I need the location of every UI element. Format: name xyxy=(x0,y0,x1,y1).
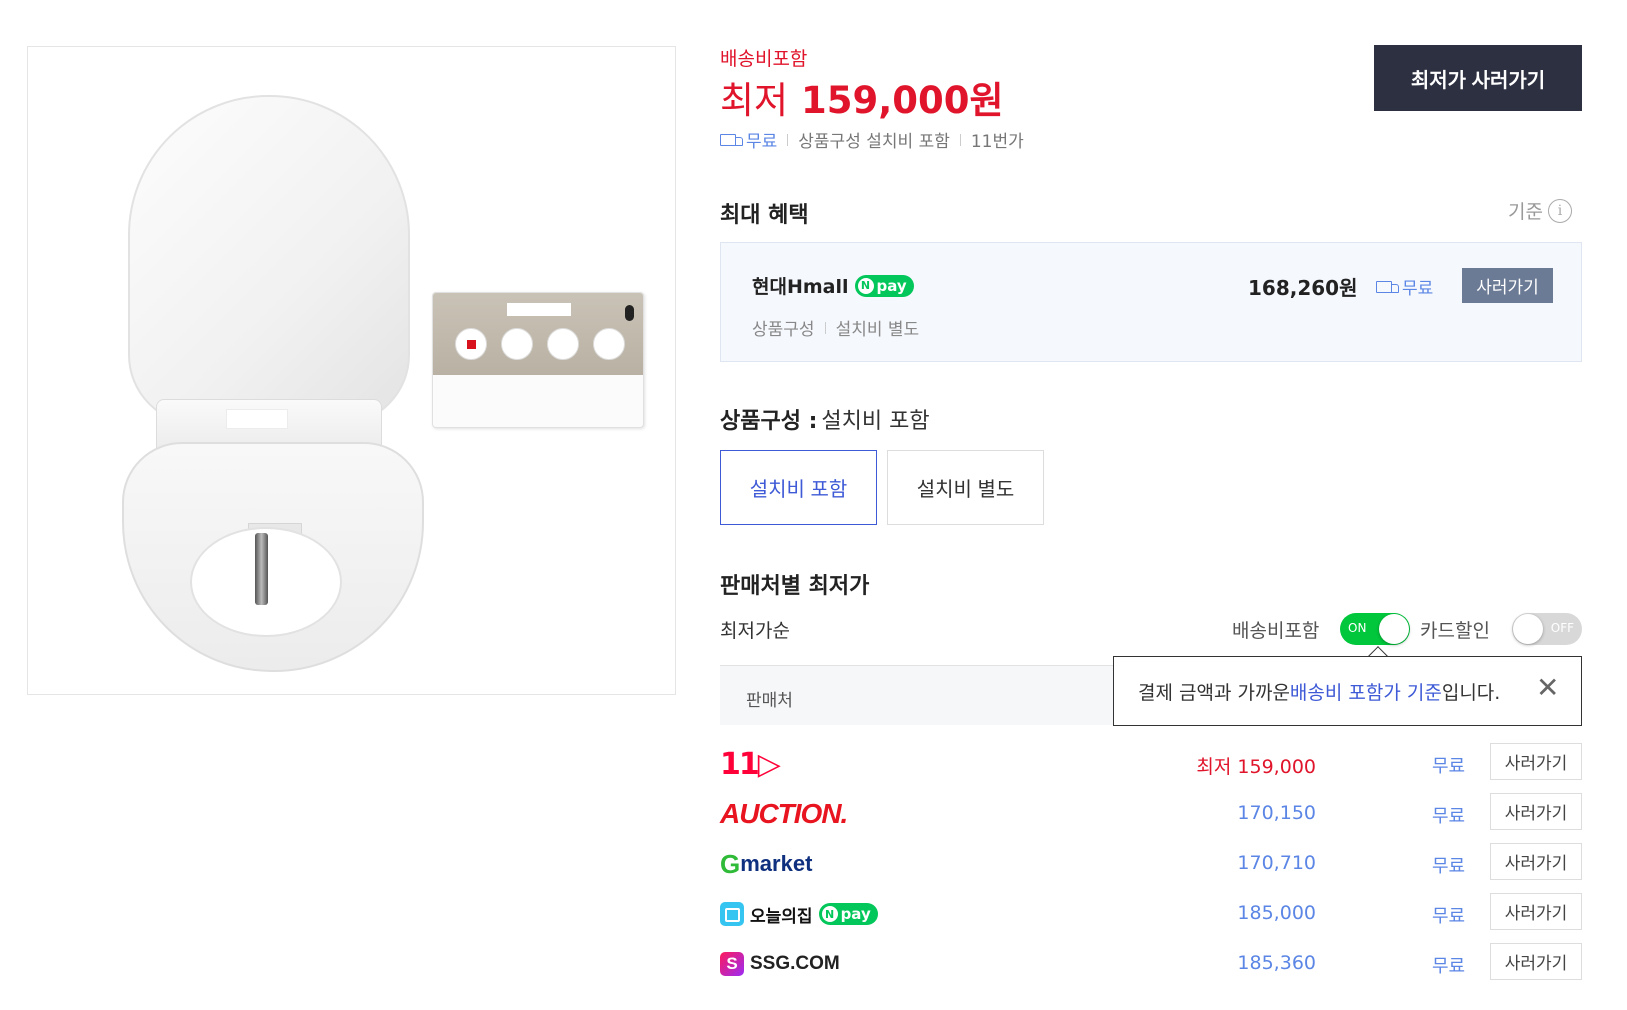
tooltip-highlight: 배송비 포함가 기준 xyxy=(1289,681,1442,704)
close-icon[interactable]: ✕ xyxy=(1536,674,1559,702)
benefit-option-value: 설치비 별도 xyxy=(835,320,920,340)
sort-dropdown[interactable]: 최저가순 xyxy=(720,616,790,643)
row-shipping: 무료 xyxy=(1432,906,1466,927)
shipping-included-label: 배송비포함 xyxy=(720,48,808,70)
divider xyxy=(959,133,961,146)
product-image xyxy=(27,46,676,695)
info-icon[interactable]: i xyxy=(1547,198,1572,223)
row-price[interactable]: 170,710 xyxy=(1237,852,1316,874)
option-title: 상품구성 : 설치비 포함 xyxy=(720,403,930,435)
benefit-price: 168,260원 xyxy=(1248,276,1358,300)
truck-icon xyxy=(1376,280,1400,294)
buy-lowest-button[interactable]: 최저가 사러가기 xyxy=(1374,45,1582,111)
row-buy-button[interactable]: 사러가기 xyxy=(1490,943,1582,980)
remote-sensor xyxy=(625,305,634,321)
seller-column-header: 판매처 xyxy=(746,691,793,711)
npay-badge: Npay xyxy=(818,903,878,925)
benefit-option-label: 상품구성 xyxy=(752,320,815,340)
row-buy-button[interactable]: 사러가기 xyxy=(1490,843,1582,880)
shipping-tooltip: 결제 금액과 가까운 배송비 포함가 기준 입니다. xyxy=(1113,656,1582,726)
tooltip-text: 결제 금액과 가까운 xyxy=(1138,681,1290,704)
seller-logo-ssg[interactable]: S SSG.COM xyxy=(720,949,840,979)
bidet-remote-control xyxy=(432,292,644,428)
card-toggle-label: 카드할인 xyxy=(1420,620,1490,642)
table-row: 오늘의집 Npay 185,000 무료 사러가기 xyxy=(720,893,1582,933)
lowest-price: 최저 159,000원 xyxy=(720,70,1004,124)
seller-logo-11st[interactable]: 11▷ xyxy=(720,747,781,782)
remote-bidet-button xyxy=(547,328,579,360)
seller-logo-ohou[interactable]: 오늘의집 Npay xyxy=(720,899,878,929)
benefit-sub-info: 상품구성 설치비 별도 xyxy=(752,315,919,340)
ssg-icon: S xyxy=(720,952,744,976)
summary-sub-info: 무료 상품구성 설치비 포함 11번가 xyxy=(720,127,1024,152)
row-shipping: 무료 xyxy=(1432,756,1466,777)
lowest-price-prefix: 최저 xyxy=(720,79,789,122)
shipping-toggle[interactable]: ON xyxy=(1340,613,1410,645)
remote-wash-button xyxy=(501,328,533,360)
max-benefit-title: 최대 혜택 xyxy=(720,203,809,228)
toggle-knob xyxy=(1379,614,1409,644)
option-install-separate-button[interactable]: 설치비 별도 xyxy=(887,450,1044,525)
remote-stop-button xyxy=(455,328,487,360)
benefit-mall: 현대Hmall Npay xyxy=(752,272,914,299)
divider xyxy=(787,133,789,146)
row-price[interactable]: 최저 159,000 xyxy=(1196,752,1316,779)
bidet-nozzle xyxy=(255,533,268,605)
bidet-hinge-panel xyxy=(226,409,288,429)
row-price[interactable]: 185,000 xyxy=(1237,902,1316,924)
toggle-off-text: OFF xyxy=(1550,621,1574,635)
npay-badge: Npay xyxy=(854,274,914,297)
seller-logo-gmarket[interactable]: Gmarket xyxy=(720,849,812,879)
row-price[interactable]: 185,360 xyxy=(1237,952,1316,974)
card-discount-toggle[interactable]: OFF xyxy=(1512,613,1582,645)
option-install-included-button[interactable]: 설치비 포함 xyxy=(720,450,877,525)
basis-label: 기준 xyxy=(1508,201,1543,223)
option-label: 상품구성 : xyxy=(720,409,818,434)
toggle-on-text: ON xyxy=(1348,621,1367,635)
row-shipping: 무료 xyxy=(1432,806,1466,827)
option-text: 상품구성 설치비 포함 xyxy=(798,132,950,152)
row-shipping: 무료 xyxy=(1432,856,1466,877)
npay-icon: N xyxy=(857,277,874,294)
shipping-toggle-label: 배송비포함 xyxy=(1232,620,1320,642)
benefit-shipping: 무료 xyxy=(1376,274,1433,299)
npay-icon: N xyxy=(821,906,838,922)
seller-logo-auction[interactable]: AUCTION. xyxy=(720,798,848,829)
lowest-price-value: 159,000원 xyxy=(800,79,1004,122)
divider xyxy=(824,321,826,334)
benefit-buy-button[interactable]: 사러가기 xyxy=(1462,268,1553,303)
basis-info[interactable]: 기준 i xyxy=(1508,197,1572,224)
bidet-seat-lid xyxy=(128,95,410,425)
remote-dry-button xyxy=(593,328,625,360)
toggle-knob xyxy=(1513,614,1543,644)
seller-section-title: 판매처별 최저가 xyxy=(720,574,870,599)
remote-display xyxy=(507,303,571,316)
truck-icon xyxy=(720,133,744,147)
benefit-shipping-text: 무료 xyxy=(1402,279,1434,299)
benefit-mall-name: 현대Hmall xyxy=(752,276,849,298)
table-row: 11▷ 최저 159,000 무료 사러가기 xyxy=(720,743,1582,783)
row-buy-button[interactable]: 사러가기 xyxy=(1490,743,1582,780)
row-price[interactable]: 170,150 xyxy=(1237,802,1316,824)
house-icon xyxy=(720,902,744,926)
row-shipping: 무료 xyxy=(1432,956,1466,977)
row-buy-button[interactable]: 사러가기 xyxy=(1490,793,1582,830)
seller-text: 11번가 xyxy=(970,132,1024,152)
option-value: 설치비 포함 xyxy=(821,409,930,434)
shipping-free-text: 무료 xyxy=(746,132,778,152)
table-row: S SSG.COM 185,360 무료 사러가기 xyxy=(720,943,1582,983)
table-row: AUCTION. 170,150 무료 사러가기 xyxy=(720,793,1582,833)
tooltip-text-end: 입니다. xyxy=(1441,681,1501,704)
max-benefit-box xyxy=(720,242,1582,362)
row-buy-button[interactable]: 사러가기 xyxy=(1490,893,1582,930)
table-row: Gmarket 170,710 무료 사러가기 xyxy=(720,843,1582,883)
